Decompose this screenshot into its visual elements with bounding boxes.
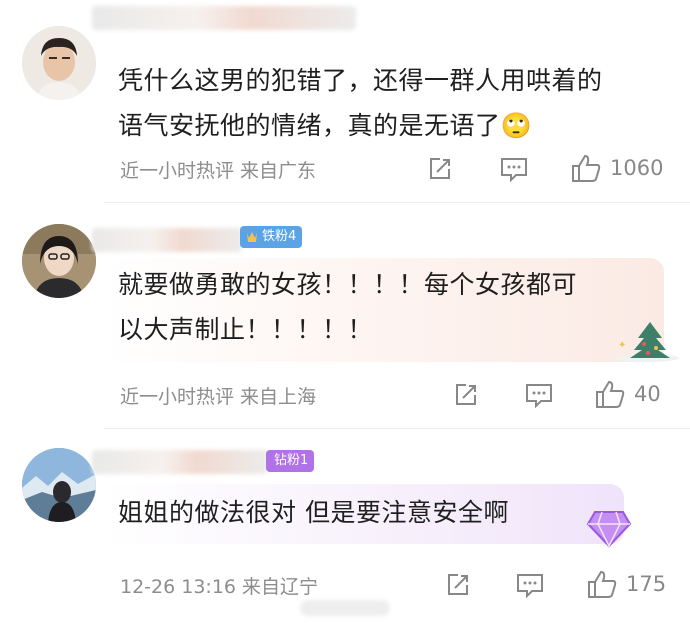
share-icon [456, 384, 476, 405]
username[interactable] [92, 6, 356, 30]
share-button[interactable] [444, 571, 472, 599]
comment-meta: 近一小时热评 来自广东 [120, 160, 317, 182]
comment-text-line: 就要做勇敢的女孩！！！！每个女孩都可 [118, 270, 578, 299]
comment-meta: 近一小时热评 来自上海 [120, 386, 317, 408]
fan-badge-icon [247, 232, 257, 242]
thumbs-up-icon [572, 154, 601, 182]
like-count: 40 [634, 382, 661, 406]
comment-text-line: 姐姐的做法很对 但是要注意安全啊 [118, 498, 509, 527]
like-count: 1060 [610, 156, 664, 180]
like-button[interactable]: 40 [594, 379, 661, 409]
fan-badge-label: 钻粉1 [274, 453, 309, 468]
fan-badge-label: 铁粉4 [262, 229, 297, 244]
watermark-blur [300, 600, 390, 616]
thumbs-up-icon [588, 570, 617, 598]
comment-text: 就要做勇敢的女孩！！！！每个女孩都可 以大声制止！！！！！ [118, 262, 658, 352]
comment-3: 钻粉1 姐姐的做法很对 但是要注意安全啊 12-26 13:16 来自辽宁 17… [0, 428, 690, 626]
username[interactable] [92, 228, 242, 252]
comment-1: 凭什么这男的犯错了，还得一群人用哄着的 语气安抚他的情绪，真的是无语了🙄 近一小… [0, 0, 690, 200]
reply-button[interactable] [499, 155, 529, 183]
avatar[interactable] [22, 448, 96, 522]
comment-text: 凭什么这男的犯错了，还得一群人用哄着的 语气安抚他的情绪，真的是无语了🙄 [118, 58, 678, 148]
reply-button[interactable] [524, 381, 554, 409]
thumbs-up-icon [596, 380, 625, 408]
share-icon [448, 574, 468, 595]
comment-text-line: 以大声制止！！！！！ [118, 315, 374, 344]
fan-badge: 铁粉4 [240, 226, 303, 248]
comment-text-line: 语气安抚他的情绪，真的是无语了🙄 [118, 111, 533, 140]
share-button[interactable] [426, 155, 454, 183]
share-icon [430, 158, 450, 179]
comment-meta: 12-26 13:16 来自辽宁 [120, 576, 319, 598]
fan-badge: 钻粉1 [266, 450, 315, 472]
avatar[interactable] [22, 224, 96, 298]
like-button[interactable]: 175 [586, 569, 666, 599]
comment-text: 姐姐的做法很对 但是要注意安全啊 [118, 490, 618, 535]
comment-icon [526, 384, 552, 409]
like-button[interactable]: 1060 [570, 153, 663, 183]
comment-icon [517, 574, 543, 599]
comment-icon [501, 158, 527, 183]
username[interactable] [92, 450, 268, 474]
comment-2: 铁粉4 ✦ 就要做勇敢的女孩！！！！每个女孩都可 以大声制止！！！！！ 近一小时… [0, 200, 690, 428]
share-button[interactable] [452, 381, 480, 409]
reply-button[interactable] [515, 571, 545, 599]
comment-text-line: 凭什么这男的犯错了，还得一群人用哄着的 [118, 66, 603, 95]
avatar[interactable] [22, 26, 96, 100]
like-count: 175 [626, 572, 667, 596]
